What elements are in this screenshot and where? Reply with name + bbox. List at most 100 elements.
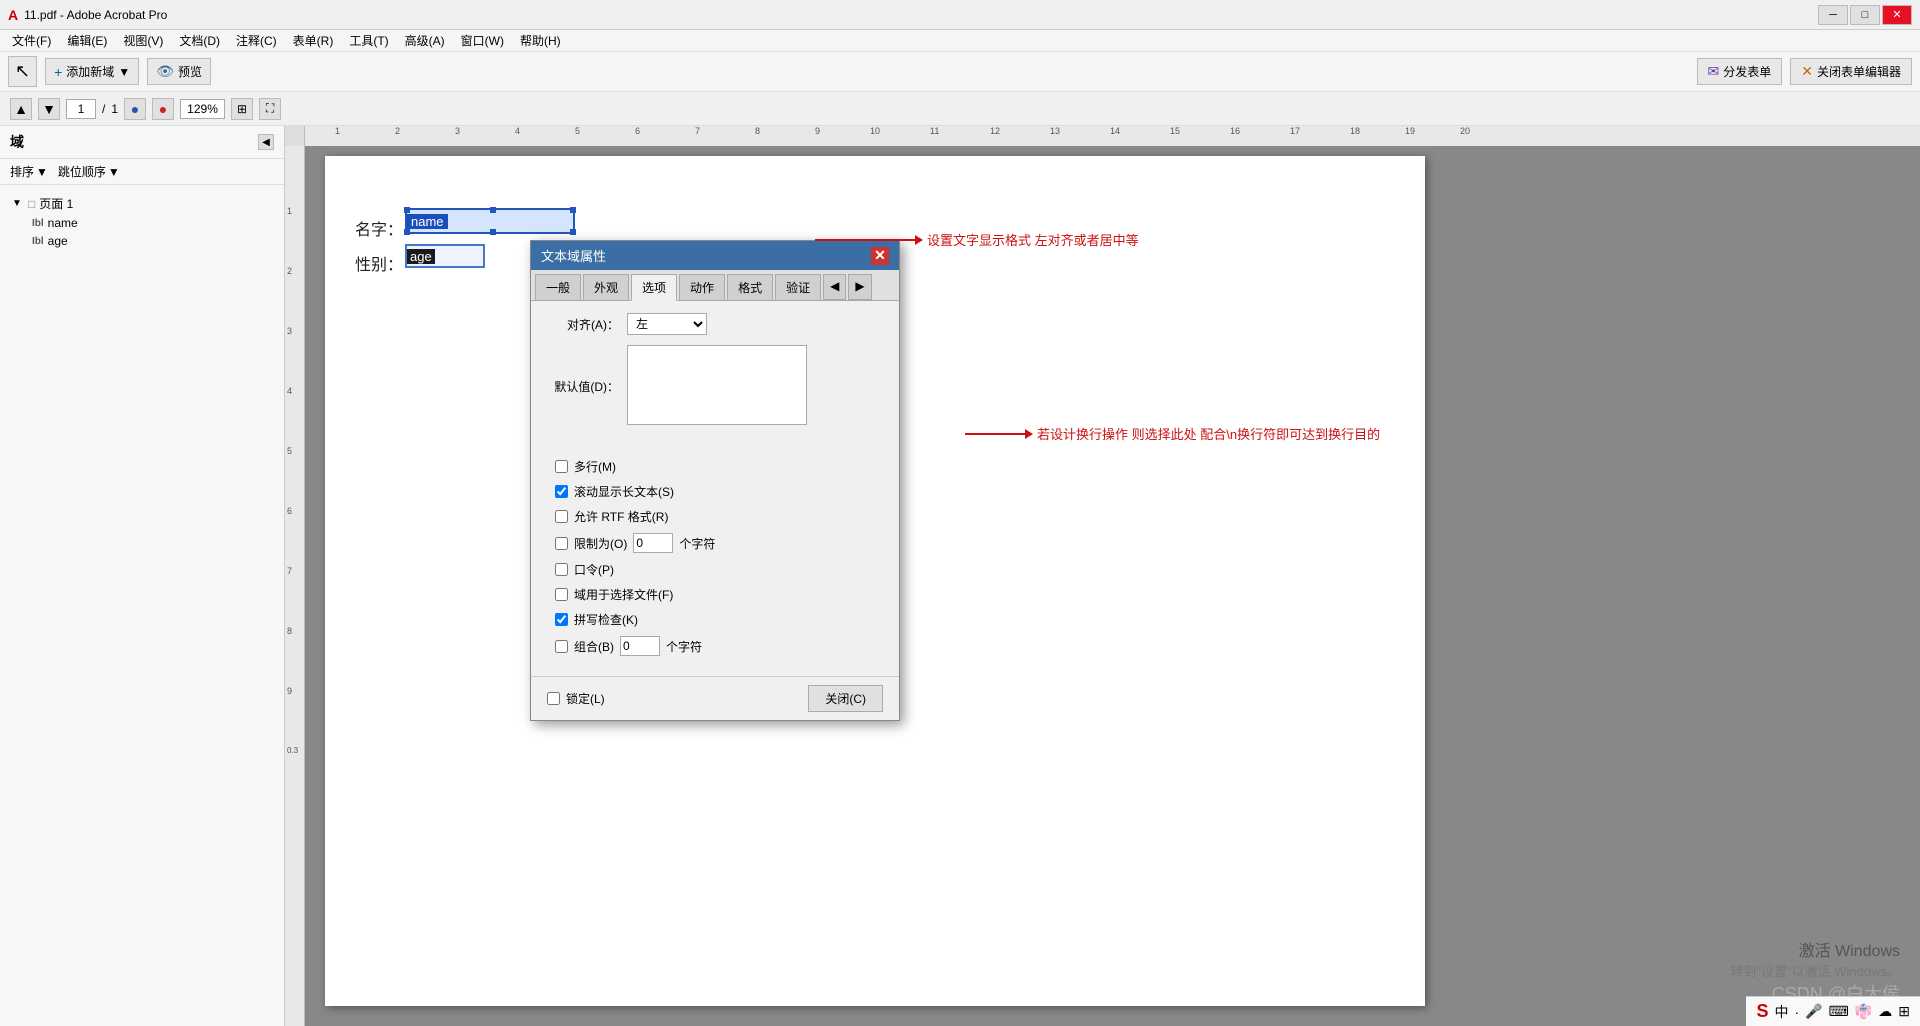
comb-checkbox[interactable] [555,640,568,653]
close-dialog-btn[interactable]: 关闭(C) [808,685,883,712]
dialog-body: 对齐(A)： 左 居中 右 默认值(D)： 多行(M) 滚动显示长文本( [531,301,899,676]
limit-row: 限制为(O) 个字符 [547,533,883,553]
distribute-icon: ✉ [1708,63,1720,80]
collapse-btn[interactable]: ◀ [258,134,274,150]
tab-general[interactable]: 一般 [535,274,581,300]
name-field[interactable]: name [405,208,575,234]
scroll-checkbox[interactable] [555,485,568,498]
skin-icon[interactable]: 👘 [1855,1003,1872,1020]
nav-bar: ▲ ▼ / 1 ● ● ⊞ ⛶ [0,92,1920,126]
prev-page-btn[interactable]: ▲ [10,98,32,120]
zoom-out-btn[interactable]: ● [124,98,146,120]
grid-icon[interactable]: ⊞ [1898,1003,1910,1020]
left-panel-title: 域 [10,132,24,152]
distribute-btn[interactable]: ✉ 分发表单 [1697,58,1783,85]
input-dot-icon[interactable]: · [1795,1004,1800,1020]
dialog-titlebar: 文本域属性 ✕ [531,241,899,270]
age-field-value: age [407,249,435,264]
tab-next-btn[interactable]: ▶ [848,274,871,300]
tree-item-age[interactable]: Ibl age [28,232,276,250]
close-editor-btn[interactable]: ✕ 关闭表单编辑器 [1790,58,1912,85]
app-icon: A [8,7,18,23]
scroll-label[interactable]: 滚动显示长文本(S) [574,483,674,500]
tab-prev-btn[interactable]: ◀ [823,274,846,300]
page-input[interactable] [66,99,96,119]
menu-file[interactable]: 文件(F) [4,30,59,51]
tab-order-btn[interactable]: 跳位顺序 ▼ [58,163,120,180]
multiline-checkbox[interactable] [555,460,568,473]
gender-label: 性别： [355,251,403,275]
cloud-icon[interactable]: ☁ [1878,1003,1892,1020]
window-title: 11.pdf - Adobe Acrobat Pro [24,8,167,22]
tab-order-dropdown-icon: ▼ [108,165,120,179]
menu-edit[interactable]: 编辑(E) [59,30,115,51]
lock-checkbox[interactable] [547,692,560,705]
menu-help[interactable]: 帮助(H) [512,30,569,51]
name-label: 名字： [355,216,403,240]
limit-checkbox[interactable] [555,537,568,550]
fit-page-btn[interactable]: ⊞ [231,98,253,120]
tree-area: ▼ □ 页面 1 Ibl name Ibl age [0,185,284,258]
align-select[interactable]: 左 居中 右 [627,313,707,335]
preview-btn[interactable]: 👁 预览 [147,58,211,85]
limit-input[interactable] [633,533,673,553]
minimize-btn[interactable]: ─ [1818,5,1848,25]
spellcheck-label[interactable]: 拼写检查(K) [574,611,638,628]
zoom-input[interactable] [180,99,225,119]
cursor-tool[interactable]: ↖ [8,56,37,87]
mic-icon[interactable]: 🎤 [1805,1003,1822,1020]
menu-comment[interactable]: 注释(C) [228,30,285,51]
keyboard-icon[interactable]: ⌨ [1829,1003,1849,1020]
next-page-btn[interactable]: ▼ [38,98,60,120]
comb-unit: 个字符 [666,638,702,655]
default-textarea[interactable] [627,345,807,425]
maximize-btn[interactable]: □ [1850,5,1880,25]
sogou-icon[interactable]: S [1756,1001,1768,1022]
age-field[interactable]: age [405,244,485,268]
limit-unit: 个字符 [679,535,715,552]
password-checkbox[interactable] [555,563,568,576]
menu-doc[interactable]: 文档(D) [171,30,228,51]
menu-form[interactable]: 表单(R) [285,30,342,51]
file-select-label[interactable]: 域用于选择文件(F) [574,586,673,603]
sort-dropdown-icon: ▼ [36,165,48,179]
tree-root[interactable]: ▼ □ 页面 1 [8,193,276,214]
sort-btn[interactable]: 排序 ▼ [10,163,48,180]
lock-label[interactable]: 锁定(L) [566,690,605,707]
default-value-row: 默认值(D)： [547,345,883,428]
limit-label[interactable]: 限制为(O) [574,535,627,552]
close-editor-icon: ✕ [1801,63,1813,80]
rtf-label[interactable]: 允许 RTF 格式(R) [574,508,668,525]
menu-view[interactable]: 视图(V) [115,30,171,51]
dropdown-icon: ▼ [118,65,130,79]
tab-format[interactable]: 格式 [727,274,773,300]
tab-validate[interactable]: 验证 [775,274,821,300]
title-bar: A 11.pdf - Adobe Acrobat Pro ─ □ ✕ [0,0,1920,30]
menu-window[interactable]: 窗口(W) [453,30,512,51]
spellcheck-checkbox[interactable] [555,613,568,626]
menu-advanced[interactable]: 高级(A) [397,30,453,51]
close-btn[interactable]: ✕ [1882,5,1912,25]
tab-options[interactable]: 选项 [631,274,677,301]
menu-bar: 文件(F) 编辑(E) 视图(V) 文档(D) 注释(C) 表单(R) 工具(T… [0,30,1920,52]
multiline-row: 多行(M) [547,458,883,475]
ime-icon[interactable]: 中 [1775,1002,1789,1022]
comb-label[interactable]: 组合(B) [574,638,614,655]
tab-actions[interactable]: 动作 [679,274,725,300]
tree-item-name[interactable]: Ibl name [28,214,276,232]
multiline-label[interactable]: 多行(M) [574,458,616,475]
taskbar-tray: S 中 · 🎤 ⌨ 👘 ☁ ⊞ [1746,996,1920,1026]
tab-appearance[interactable]: 外观 [583,274,629,300]
field-icon-age: Ibl [32,236,44,247]
add-field-btn[interactable]: + 添加新域 ▼ [45,58,139,85]
zoom-in-btn[interactable]: ● [152,98,174,120]
password-label[interactable]: 口令(P) [574,561,614,578]
toolbar: ↖ + 添加新域 ▼ 👁 预览 ✉ 分发表单 ✕ 关闭表单编辑器 [0,52,1920,92]
dialog-close-btn[interactable]: ✕ [871,247,889,265]
menu-tools[interactable]: 工具(T) [341,30,396,51]
page-separator: / [102,102,105,116]
file-select-checkbox[interactable] [555,588,568,601]
fullscreen-btn[interactable]: ⛶ [259,98,281,120]
rtf-checkbox[interactable] [555,510,568,523]
comb-input[interactable] [620,636,660,656]
